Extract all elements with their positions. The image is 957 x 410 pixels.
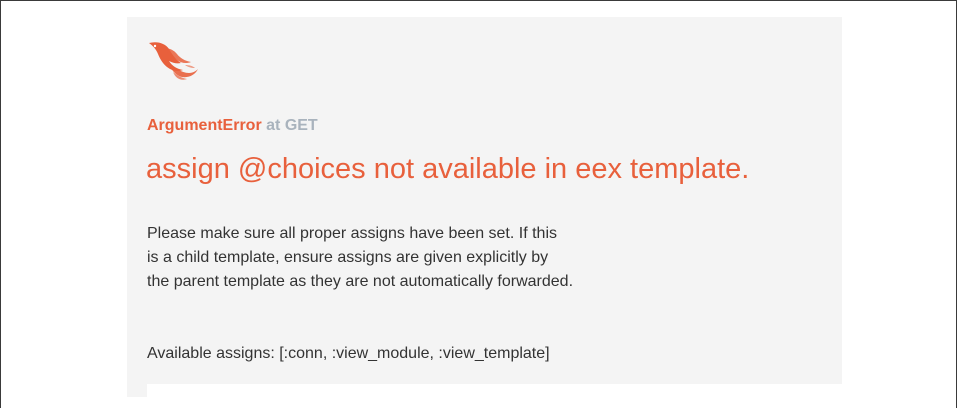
error-panel: ArgumentError at GET assign @choices not… [127, 17, 842, 397]
browser-viewport: ArgumentError at GET assign @choices not… [0, 0, 957, 410]
error-request-method: at GET [266, 117, 318, 134]
code-snippet-area [147, 384, 842, 410]
error-message-line: the parent template as they are not auto… [147, 273, 574, 290]
error-type-line: ArgumentError at GET [147, 116, 318, 136]
error-message-line: is a child template, ensure assigns are … [147, 249, 549, 266]
error-message-line: Please make sure all proper assigns have… [147, 225, 557, 242]
available-assigns: Available assigns: [:conn, :view_module,… [147, 345, 550, 362]
error-message: Please make sure all proper assigns have… [147, 222, 707, 294]
error-title: assign @choices not available in eex tem… [146, 153, 750, 185]
error-type: ArgumentError [147, 117, 262, 134]
phoenix-logo-icon [149, 42, 198, 80]
